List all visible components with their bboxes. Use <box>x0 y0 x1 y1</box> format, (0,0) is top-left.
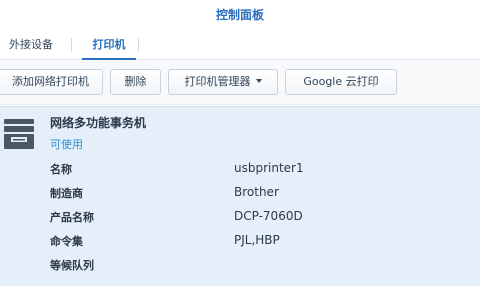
field-label-queue: 等候队列 <box>50 259 94 272</box>
tab-divider <box>71 38 72 52</box>
printer-name: 网络多功能事务机 <box>50 116 147 130</box>
field-label-manufacturer: 制造商 <box>50 187 83 200</box>
field-value-command-set: PJL,HBP <box>234 233 280 247</box>
tab-printer[interactable]: 打印机 <box>82 30 136 60</box>
toolbar: 添加网络打印机 删除 打印机管理器 Google 云打印 <box>0 60 480 105</box>
field-value-name: usbprinter1 <box>234 161 304 175</box>
delete-button[interactable]: 删除 <box>110 69 161 95</box>
window-title: 控制面板 <box>0 0 480 30</box>
tab-divider <box>138 38 139 52</box>
panel-footer <box>0 286 480 300</box>
field-value-manufacturer: Brother <box>234 185 279 199</box>
field-label-product-name: 产品名称 <box>50 211 94 224</box>
printer-list-item[interactable]: 网络多功能事务机 可使用 名称 usbprinter1 制造商 Brother … <box>0 106 480 286</box>
field-label-command-set: 命令集 <box>50 235 83 248</box>
printer-manager-label: 打印机管理器 <box>184 75 251 88</box>
tab-bar: 外接设备 打印机 <box>0 30 480 60</box>
tab-external-devices[interactable]: 外接设备 <box>9 30 53 59</box>
field-label-name: 名称 <box>50 163 72 176</box>
field-value-product-name: DCP-7060D <box>234 209 303 223</box>
printer-manager-dropdown[interactable]: 打印机管理器 <box>168 69 278 95</box>
printer-icon <box>4 119 34 149</box>
printer-status: 可使用 <box>50 138 83 151</box>
google-cloud-print-button[interactable]: Google 云打印 <box>285 69 397 95</box>
chevron-down-icon <box>255 79 262 83</box>
add-network-printer-button[interactable]: 添加网络打印机 <box>0 69 103 95</box>
